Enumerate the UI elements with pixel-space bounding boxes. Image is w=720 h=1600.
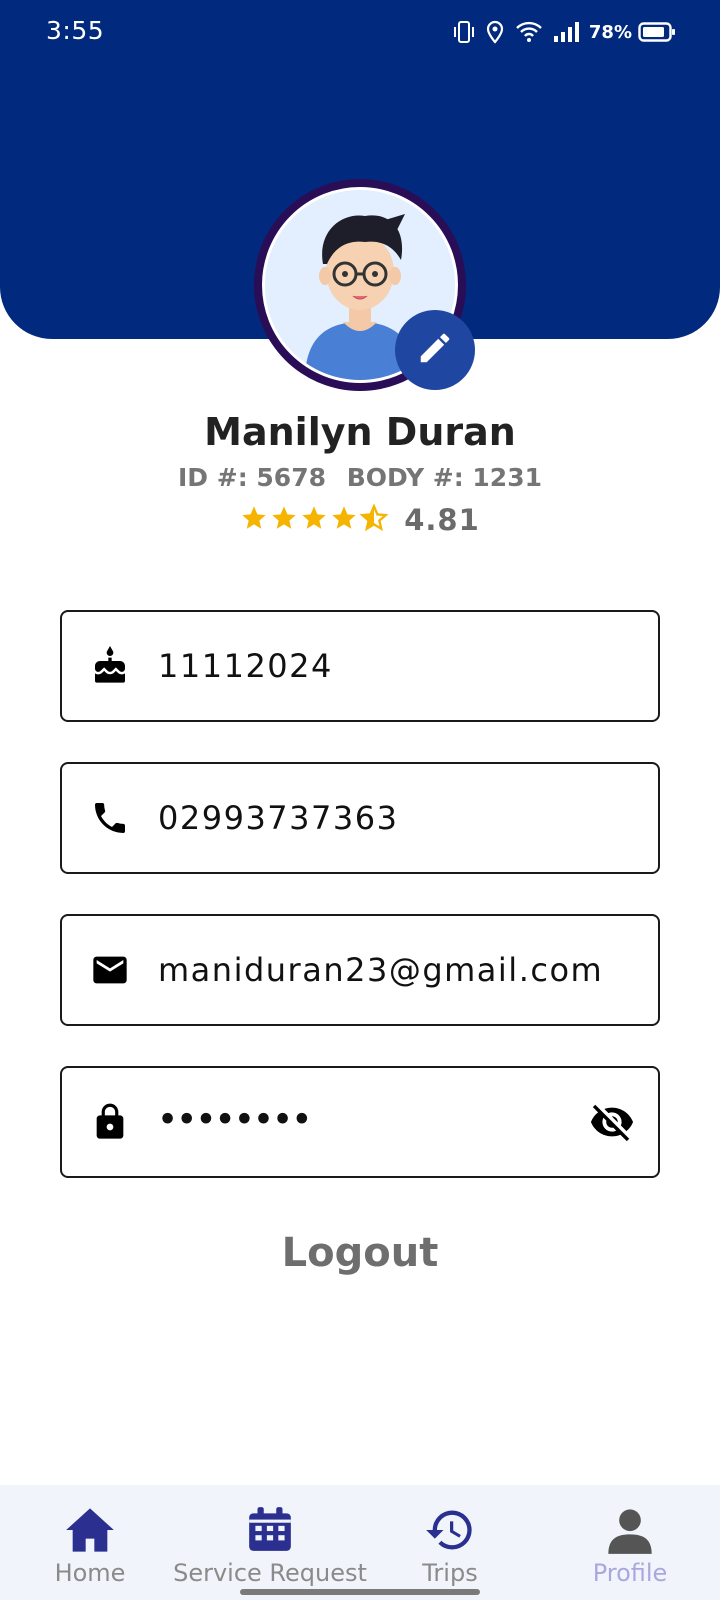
profile-id: ID #: 5678 [178,463,326,492]
home-icon [64,1505,116,1555]
person-icon [604,1505,656,1555]
pencil-icon [416,329,454,372]
status-icons: 78% [453,18,676,46]
nav-label-trips: Trips [422,1559,478,1587]
nav-item-service-request[interactable]: Service Request [170,1485,370,1600]
wifi-icon [515,21,543,43]
bottom-navigation: Home Service Request Trips Profile [0,1485,720,1600]
battery-percent: 78% [588,21,632,43]
lock-icon [88,1100,132,1144]
nav-item-profile[interactable]: Profile [575,1485,685,1600]
nav-label-service-request: Service Request [173,1559,367,1587]
birthday-value: 11112024 [158,647,333,685]
phone-value: 02993737363 [158,799,399,837]
profile-rating: 4.81 [0,500,720,540]
rating-stars [240,502,389,537]
birthday-field[interactable]: 11112024 [60,610,660,722]
email-value: maniduran23@gmail.com [158,951,604,989]
password-field[interactable]: •••••••• [60,1066,660,1178]
profile-ids: ID #: 5678 BODY #: 1231 [0,463,720,492]
email-field[interactable]: maniduran23@gmail.com [60,914,660,1026]
star-half-icon [359,502,389,537]
cake-icon [88,644,132,688]
nav-item-trips[interactable]: Trips [400,1485,500,1600]
calendar-icon [245,1505,295,1555]
star-icon [270,504,298,537]
edit-avatar-button[interactable] [395,310,475,390]
nav-item-home[interactable]: Home [40,1485,140,1600]
profile-name: Manilyn Duran [204,410,516,454]
logout-button[interactable]: Logout [0,1230,720,1276]
mail-icon [88,948,132,992]
status-bar: 3:55 78% [0,0,720,64]
visibility-off-icon[interactable] [588,1098,636,1146]
home-indicator [240,1589,480,1595]
history-icon [424,1505,476,1555]
signal-icon [553,21,579,43]
phone-icon [88,796,132,840]
star-icon [330,504,358,537]
phone-field[interactable]: 02993737363 [60,762,660,874]
rating-value: 4.81 [404,503,480,537]
vibrate-icon [453,20,475,44]
nav-label-home: Home [54,1559,126,1587]
profile-body-number: BODY #: 1231 [346,463,542,492]
battery-icon [638,21,676,43]
star-icon [240,504,268,537]
nav-label-profile: Profile [592,1559,668,1587]
password-value: •••••••• [158,1102,312,1138]
location-icon [485,20,505,44]
status-time: 3:55 [46,16,105,45]
star-icon [300,504,328,537]
